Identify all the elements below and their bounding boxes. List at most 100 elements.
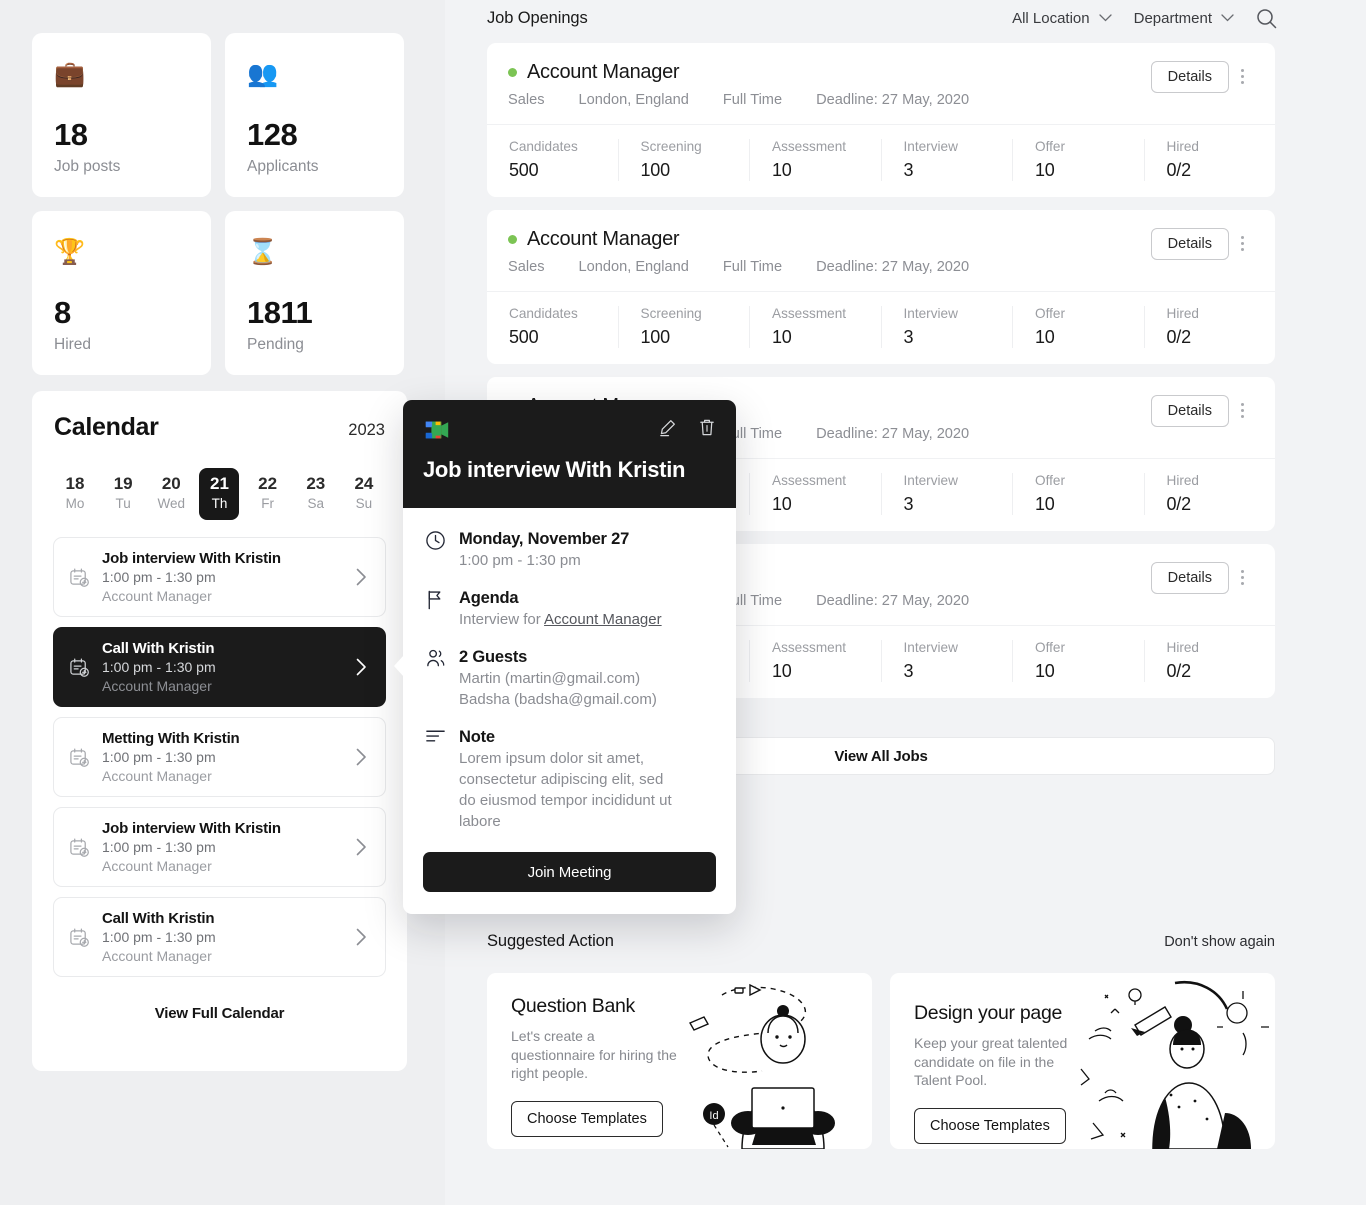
job-stat-value: 10 — [772, 494, 792, 514]
chevron-right-icon[interactable] — [351, 838, 371, 856]
job-stat-label: Candidates — [509, 306, 578, 321]
chevron-right-icon[interactable] — [351, 928, 371, 946]
calendar-day-23[interactable]: 23 Sa — [296, 468, 336, 520]
join-meeting-button[interactable]: Join Meeting — [423, 852, 716, 892]
job-stat-cell: Screening 100 — [619, 139, 750, 181]
job-card: Account Manager Sales London, England Full … — [487, 43, 1275, 197]
calendar-day-22[interactable]: 22 Fr — [248, 468, 288, 520]
job-stat-cell: Interview 3 — [882, 139, 1013, 181]
job-deadline: Deadline: 27 May, 2020 — [816, 426, 970, 442]
chevron-right-icon[interactable] — [351, 658, 371, 676]
calendar-day-20[interactable]: 20 Wed — [151, 468, 191, 520]
briefcase-icon: 💼 — [54, 60, 86, 88]
job-stat-label: Offer — [1035, 640, 1065, 655]
calendar-day-21[interactable]: 21 Th — [199, 468, 240, 520]
calendar-day-name: Sa — [307, 496, 325, 511]
job-stat-label: Hired — [1166, 306, 1199, 321]
stat-value: 1811 — [247, 295, 313, 330]
department-filter[interactable]: Department — [1134, 10, 1234, 27]
popup-body: Monday, November 27 1:00 pm - 1:30 pm Ag… — [403, 508, 736, 914]
job-stat-cell: Candidates 500 — [487, 306, 619, 348]
calendar-day-24[interactable]: 24 Su — [344, 468, 384, 520]
more-options-icon[interactable] — [1229, 69, 1255, 84]
job-stat-value: 10 — [1035, 160, 1055, 180]
calendar-event-item[interactable]: Job interview With Kristin 1:00 pm - 1:30… — [53, 807, 386, 887]
calendar-event-item[interactable]: Call With Kristin 1:00 pm - 1:30 pm Accoun… — [53, 627, 386, 707]
details-button[interactable]: Details — [1150, 228, 1229, 260]
trophy-icon: 🏆 — [54, 238, 86, 266]
more-options-icon[interactable] — [1229, 570, 1255, 585]
calendar-day-19[interactable]: 19 Tu — [103, 468, 143, 520]
popup-note-text: Lorem ipsum dolor sit amet, consectetur … — [459, 750, 672, 830]
calendar-day-18[interactable]: 18 Mo — [55, 468, 95, 520]
job-stat-label: Offer — [1035, 473, 1065, 488]
job-stat-value: 0/2 — [1166, 160, 1192, 180]
job-stat-label: Assessment — [772, 640, 847, 655]
calendar-event-item[interactable]: Metting With Kristin 1:00 pm - 1:30 pm Acc… — [53, 717, 386, 797]
event-time: 1:00 pm - 1:30 pm — [102, 928, 216, 945]
popup-guest: Martin (martin@gmail.com) — [459, 670, 641, 687]
calendar-day-number: 21 — [210, 474, 229, 493]
pencil-icon[interactable] — [658, 418, 677, 437]
person-painting-illustration — [1080, 980, 1269, 1149]
location-filter[interactable]: All Location — [1012, 10, 1112, 27]
job-stat-cell: Screening 100 — [619, 306, 750, 348]
popup-title: Job interview With Kristin — [423, 457, 686, 482]
job-stat-value: 0/2 — [1166, 327, 1192, 347]
event-role: Account Manager — [102, 587, 212, 604]
calendar-day-number: 22 — [258, 474, 278, 493]
chevron-right-icon[interactable] — [351, 568, 371, 586]
stat-label: Pending — [247, 336, 304, 353]
choose-templates-button[interactable]: Choose Templates — [914, 1107, 1066, 1144]
popup-header: Job interview With Kristin — [403, 400, 736, 508]
suggested-action-card: Question Bank Let's create a questionnair… — [487, 973, 872, 1149]
calendar-add-icon — [66, 927, 92, 948]
event-role: Account Manager — [102, 677, 212, 694]
suggested-action-card: Design your page Keep your great talented… — [890, 973, 1275, 1149]
job-stat-label: Interview — [903, 640, 958, 655]
popup-guest: Badsha (badsha@gmail.com) — [459, 691, 657, 708]
calendar-day-name: Th — [211, 496, 228, 511]
more-options-icon[interactable] — [1229, 236, 1255, 251]
job-location: London, England — [578, 259, 689, 275]
job-stat-cell: Assessment 10 — [750, 473, 882, 515]
calendar-day-name: Su — [355, 496, 373, 511]
calendar-add-icon — [66, 837, 92, 858]
job-stat-label: Hired — [1166, 640, 1199, 655]
svg-text:Id: Id — [709, 1110, 718, 1122]
choose-templates-button[interactable]: Choose Templates — [511, 1100, 663, 1137]
calendar-event-item[interactable]: Job interview With Kristin 1:00 pm - 1:30… — [53, 537, 386, 617]
stat-card-applicants: 👥 128 Applicants — [225, 33, 404, 197]
suggested-action-cards: Question Bank Let's create a questionnair… — [487, 973, 1275, 1149]
popup-agenda-link[interactable]: Account Manager — [544, 611, 662, 628]
job-stat-label: Interview — [903, 139, 958, 154]
job-stat-cell: Offer 10 — [1013, 306, 1145, 348]
popup-guests-label: 2 Guests — [459, 648, 528, 666]
search-icon[interactable] — [1256, 8, 1277, 29]
more-options-icon[interactable] — [1229, 403, 1255, 418]
details-button[interactable]: Details — [1150, 395, 1229, 427]
job-stat-label: Screening — [640, 139, 702, 154]
job-stat-cell: Candidates 500 — [487, 139, 619, 181]
calendar-event-item[interactable]: Call With Kristin 1:00 pm - 1:30 pm Accoun… — [53, 897, 386, 977]
dont-show-again-link[interactable]: Don't show again — [1164, 934, 1275, 950]
trash-icon[interactable] — [698, 418, 716, 437]
details-button[interactable]: Details — [1150, 562, 1229, 594]
calendar-card: Calendar 2023 18 Mo 19 Tu 20 Wed 21 Th 22 Fr 23 Sa 2… — [32, 391, 407, 1071]
job-stat-value: 10 — [772, 661, 792, 681]
job-stat-value: 10 — [1035, 494, 1055, 514]
job-stat-label: Assessment — [772, 139, 847, 154]
job-stat-cell: Hired 0/2 — [1145, 640, 1276, 682]
job-deadline: Deadline: 27 May, 2020 — [816, 593, 970, 609]
popup-note-row: Note Lorem ipsum dolor sit amet, consect… — [423, 726, 716, 832]
chevron-right-icon[interactable] — [351, 748, 371, 766]
job-stat-value: 10 — [1035, 327, 1055, 347]
view-full-calendar-button[interactable]: View Full Calendar — [53, 1005, 386, 1022]
job-stat-cell: Hired 0/2 — [1145, 473, 1276, 515]
job-stat-value: 100 — [640, 327, 671, 347]
details-button[interactable]: Details — [1150, 61, 1229, 93]
job-openings-header: Job Openings All Location Department — [487, 5, 1277, 31]
calendar-add-icon — [66, 747, 92, 768]
job-stat-label: Hired — [1166, 139, 1199, 154]
stat-label: Job posts — [54, 158, 121, 175]
